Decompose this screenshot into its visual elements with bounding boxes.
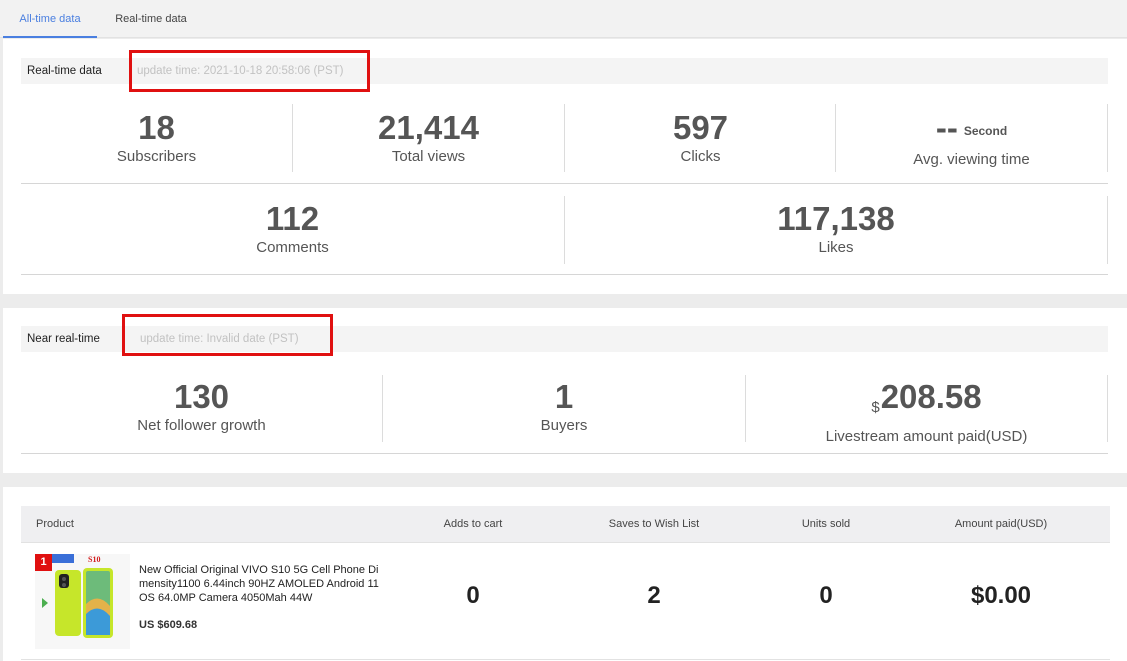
highlight-box (122, 314, 333, 356)
stat-value: 18 (138, 109, 175, 146)
rank-badge: 1 (35, 554, 52, 571)
stat-label: Livestream amount paid(USD) (825, 428, 1028, 445)
stat-total-views: 21,414 Total views (293, 109, 564, 167)
product-table: Product Adds to cart Saves to Wish List … (3, 487, 1127, 661)
stat-label: Buyers (540, 417, 588, 434)
thumb-tag: S10 (88, 555, 100, 564)
divider (1107, 196, 1108, 264)
stat-value: -- (935, 109, 958, 146)
realtime-panel: Real-time data update time: 2021-10-18 2… (3, 39, 1127, 294)
cell-saves-to-wishlist: 2 (647, 582, 661, 609)
stat-value-row: $208.58 (746, 378, 1107, 427)
stat-value: 1 (554, 378, 574, 415)
stat-label: Net follower growth (137, 417, 266, 434)
stat-buyers: 1 Buyers (383, 378, 745, 436)
row-divider (21, 274, 1108, 275)
cell-units-sold: 0 (819, 582, 833, 609)
cell-adds-to-cart: 0 (466, 582, 480, 609)
product-price: US $609.68 (139, 619, 198, 631)
stat-comments: 112 Comments (21, 200, 564, 258)
cell-amount-paid: $0.00 (970, 582, 1032, 609)
stat-label: Subscribers (116, 148, 197, 165)
tab-real-time-data[interactable]: Real-time data (104, 0, 198, 38)
stat-label: Avg. viewing time (913, 151, 1030, 168)
stat-net-follower-growth: 130 Net follower growth (21, 378, 382, 436)
stat-subscribers: 18 Subscribers (21, 109, 292, 167)
stat-likes: 117,138 Likes (565, 200, 1107, 258)
near-realtime-panel: Near real-time update time: Invalid date… (3, 308, 1127, 473)
stat-label: Likes (818, 239, 854, 256)
tab-all-time-data[interactable]: All-time data (3, 0, 97, 38)
divider (1107, 104, 1108, 172)
section-title: Near real-time (27, 333, 100, 345)
tab-bar: All-time data Real-time data (0, 0, 1127, 38)
col-product: Product (36, 518, 74, 530)
row-divider (21, 453, 1108, 454)
table-header: Product Adds to cart Saves to Wish List … (21, 506, 1110, 543)
stat-livestream-amount: $208.58 Livestream amount paid(USD) (746, 378, 1107, 447)
stat-unit: Second (963, 124, 1008, 138)
stat-value: 130 (173, 378, 230, 415)
stat-clicks: 597 Clicks (565, 109, 836, 167)
product-thumbnail[interactable]: S10 1 (35, 554, 130, 649)
stat-label: Total views (391, 148, 466, 165)
currency-symbol: $ (871, 399, 880, 416)
stat-value: 112 (265, 200, 320, 237)
section-title: Real-time data (27, 65, 102, 77)
stat-avg-viewing-time: -- Second Avg. viewing time (836, 109, 1107, 170)
divider (1107, 375, 1108, 442)
col-units-sold: Units sold (801, 518, 851, 530)
col-adds-to-cart: Adds to cart (443, 518, 503, 530)
col-saves-to-wishlist: Saves to Wish List (608, 518, 700, 530)
stat-label: Clicks (680, 148, 721, 165)
product-name[interactable]: New Official Original VIVO S10 5G Cell P… (139, 563, 379, 605)
stat-value: 208.58 (880, 378, 982, 415)
stat-value: 597 (672, 109, 729, 146)
stat-value: 117,138 (777, 200, 895, 237)
table-row[interactable]: S10 1 New Official Original VIVO S10 5G … (21, 544, 1110, 660)
stat-label: Comments (256, 239, 329, 256)
row-divider (21, 183, 1108, 184)
col-amount-paid: Amount paid(USD) (954, 518, 1048, 530)
stat-value: 21,414 (378, 109, 479, 146)
highlight-box (129, 50, 370, 92)
stat-value-row: -- Second (836, 109, 1107, 150)
